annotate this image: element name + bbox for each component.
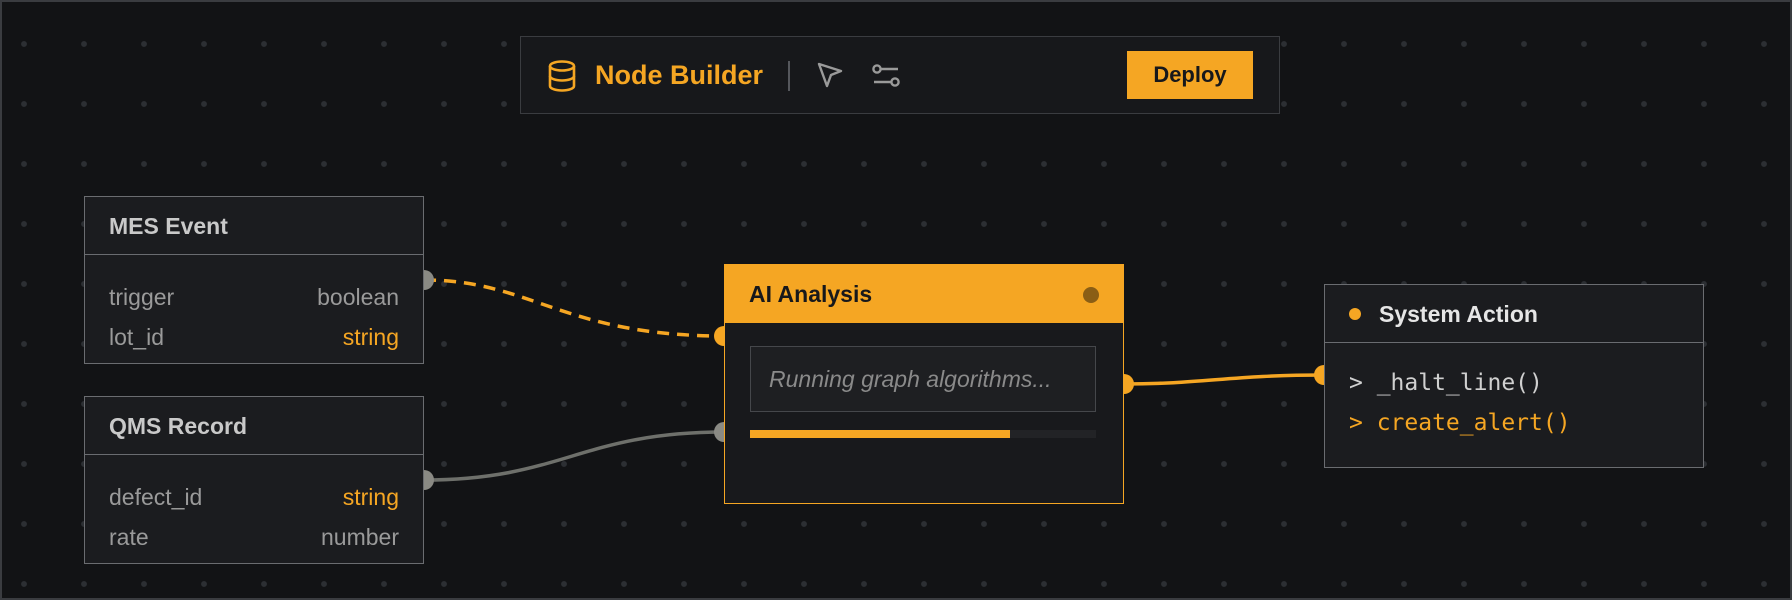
app-title: Node Builder (595, 60, 764, 90)
node-qms-record[interactable]: QMS Record defect_id string rate number (84, 396, 424, 564)
field-row-trigger: trigger boolean (85, 277, 423, 317)
sliders-icon[interactable] (871, 61, 901, 96)
wire-qms-to-ai[interactable] (423, 430, 725, 482)
node-system-action[interactable]: System Action > _halt_line() > create_al… (1324, 284, 1704, 468)
node-title: AI Analysis (749, 281, 873, 307)
field-type: boolean (317, 284, 399, 310)
node-header: System Action (1325, 285, 1703, 343)
node-ai-analysis[interactable]: AI Analysis (724, 264, 1124, 504)
field-type: string (342, 324, 399, 350)
node-header: AI Analysis (725, 265, 1123, 323)
node-canvas[interactable]: Node Builder Deploy MES Event trigger bo… (0, 0, 1792, 600)
deploy-button[interactable]: Deploy (1127, 51, 1253, 99)
command-item[interactable]: > _halt_line() (1325, 363, 1703, 403)
wire-mes-to-ai[interactable] (423, 278, 725, 338)
wire-ai-to-system[interactable] (1123, 373, 1325, 386)
node-title: System Action (1379, 301, 1538, 327)
command-item[interactable]: > create_alert() (1325, 403, 1703, 443)
field-type: string (342, 484, 399, 510)
node-title: MES Event (85, 197, 423, 255)
toolbar-divider (788, 61, 790, 91)
cursor-icon[interactable] (815, 60, 845, 95)
field-row-rate: rate number (85, 517, 423, 557)
database-icon (547, 60, 577, 97)
node-title: QMS Record (85, 397, 423, 455)
status-dot-icon (1083, 287, 1099, 303)
analysis-input[interactable] (750, 346, 1096, 412)
status-dot-icon (1349, 308, 1361, 320)
field-name: trigger (109, 284, 175, 310)
field-name: rate (109, 524, 149, 550)
node-mes-event[interactable]: MES Event trigger boolean lot_id string (84, 196, 424, 364)
command-list: > _halt_line() > create_alert() (1325, 343, 1703, 443)
field-row-lot-id: lot_id string (85, 317, 423, 357)
field-name: defect_id (109, 484, 203, 510)
toolbar: Node Builder Deploy (520, 36, 1280, 114)
field-name: lot_id (109, 324, 164, 350)
progress-bar (750, 430, 1096, 438)
field-type: number (321, 524, 399, 550)
field-row-defect-id: defect_id string (85, 477, 423, 517)
progress-fill (750, 430, 1010, 438)
